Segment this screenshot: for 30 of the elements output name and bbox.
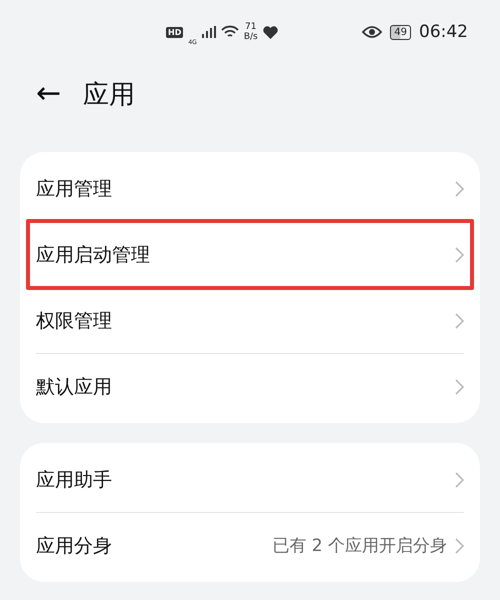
speed-value: 71: [245, 22, 256, 32]
settings-row[interactable]: 权限管理: [36, 288, 464, 354]
clock-time: 06:42: [419, 22, 468, 42]
back-button[interactable]: ←: [36, 79, 62, 109]
hd-badge: HD: [166, 26, 184, 38]
speed-unit: B/s: [244, 32, 258, 42]
settings-row[interactable]: 应用分身 已有 2 个应用开启分身: [36, 513, 464, 578]
settings-row[interactable]: 应用管理: [36, 156, 464, 222]
eye-icon: [362, 26, 382, 38]
settings-row[interactable]: 应用启动管理: [36, 222, 464, 288]
chevron-icon: [455, 312, 464, 328]
settings-row[interactable]: 默认应用: [36, 354, 464, 419]
chevron-icon: [455, 538, 464, 554]
row-label: 默认应用: [36, 374, 112, 400]
row-label: 应用助手: [36, 468, 112, 492]
row-value: 已有 2 个应用开启分身: [272, 535, 447, 557]
chevron-icon: [455, 180, 464, 196]
chevron-icon: [455, 246, 464, 262]
battery-indicator: 49: [390, 24, 411, 40]
page-title: 应用: [83, 78, 136, 112]
row-label: 权限管理: [36, 308, 112, 334]
heart-icon: [262, 26, 278, 38]
signal-icon: [202, 26, 216, 38]
settings-row[interactable]: 应用助手: [36, 447, 464, 513]
chevron-icon: [455, 472, 464, 488]
wifi-icon: [220, 25, 239, 39]
chevron-icon: [455, 378, 464, 394]
row-label: 应用管理: [36, 176, 112, 202]
row-label: 应用分身: [36, 534, 112, 558]
row-label: 应用启动管理: [36, 242, 150, 268]
